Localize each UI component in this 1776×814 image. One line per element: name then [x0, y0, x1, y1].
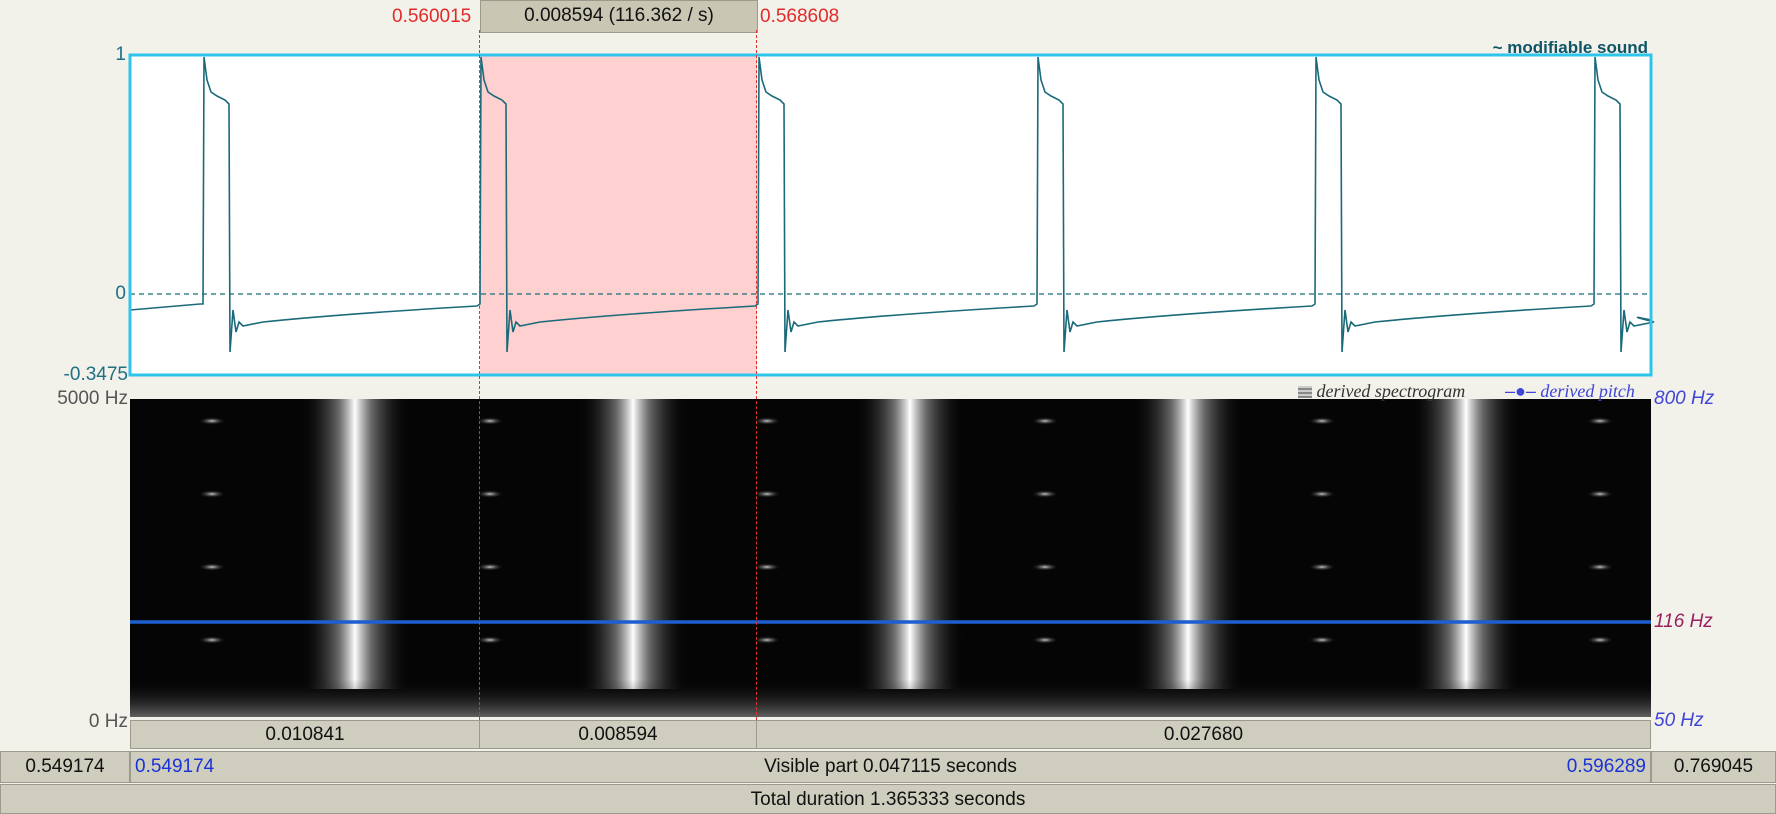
waveform-panel[interactable]: ~ modifiable sound — [0, 0, 1776, 400]
spectrogram-top-hz: 5000 Hz — [57, 388, 128, 409]
total-start-button[interactable]: 0.549174 — [0, 751, 130, 783]
total-duration-bar[interactable]: Total duration 1.365333 seconds — [0, 784, 1776, 814]
segment-before[interactable]: 0.010841 — [130, 720, 480, 749]
spectrogram-legend-icon — [1298, 386, 1312, 398]
spectrogram-panel[interactable] — [130, 399, 1651, 717]
spectrogram-bottom-hz: 0 Hz — [88, 711, 128, 732]
visible-part-bar[interactable]: 0.549174 Visible part 0.047115 seconds 0… — [130, 751, 1651, 783]
waveform-title: ~ modifiable sound — [1493, 38, 1648, 57]
segment-selection[interactable]: 0.008594 — [479, 720, 757, 749]
selection-start-cursor[interactable] — [479, 30, 480, 720]
total-end-button[interactable]: 0.769045 — [1651, 751, 1776, 783]
waveform-background — [130, 55, 1651, 375]
pitch-legend-icon: –●– — [1505, 381, 1536, 401]
pitch-legend-label: derived pitch — [1540, 381, 1635, 401]
pitch-top-label: 800 Hz — [1654, 388, 1715, 409]
spectrogram-legend-label: derived spectrogram — [1316, 381, 1466, 401]
visible-start-time: 0.549174 — [135, 756, 215, 777]
legend-spectrogram: derived spectrogram — [1298, 381, 1465, 402]
selection-end-cursor[interactable] — [756, 30, 757, 720]
visible-end-time: 0.596289 — [1566, 756, 1646, 777]
legend-pitch: –●– derived pitch — [1505, 381, 1635, 402]
pitch-value-label: 116 Hz — [1654, 611, 1713, 632]
visible-part-label: Visible part 0.047115 seconds — [764, 756, 1017, 777]
selection-highlight[interactable] — [480, 55, 757, 375]
pitch-bottom-label: 50 Hz — [1654, 710, 1704, 731]
segment-after[interactable]: 0.027680 — [756, 720, 1651, 749]
